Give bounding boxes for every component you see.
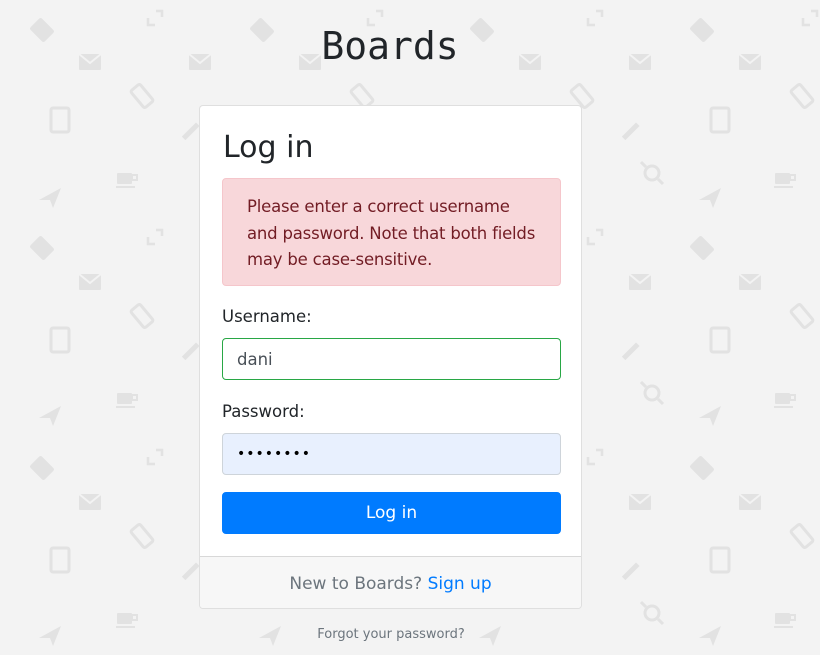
forgot-password-link[interactable]: Forgot your password?: [317, 627, 465, 642]
login-button[interactable]: Log in: [222, 492, 561, 534]
signup-link[interactable]: Sign up: [428, 574, 492, 594]
password-input[interactable]: [222, 433, 561, 475]
password-label: Password:: [222, 402, 305, 421]
username-input[interactable]: [222, 338, 561, 380]
login-card-body: Log in Please enter a correct username a…: [200, 106, 581, 557]
brand-title: Boards: [321, 24, 459, 68]
login-card: Log in Please enter a correct username a…: [199, 105, 582, 609]
error-alert: Please enter a correct username and pass…: [222, 178, 561, 286]
card-footer: New to Boards? Sign up: [200, 556, 581, 608]
login-title: Log in: [223, 130, 314, 165]
signup-prompt: New to Boards?: [289, 574, 423, 594]
forgot-password-container: Forgot your password?: [0, 627, 782, 642]
username-label: Username:: [222, 307, 312, 326]
